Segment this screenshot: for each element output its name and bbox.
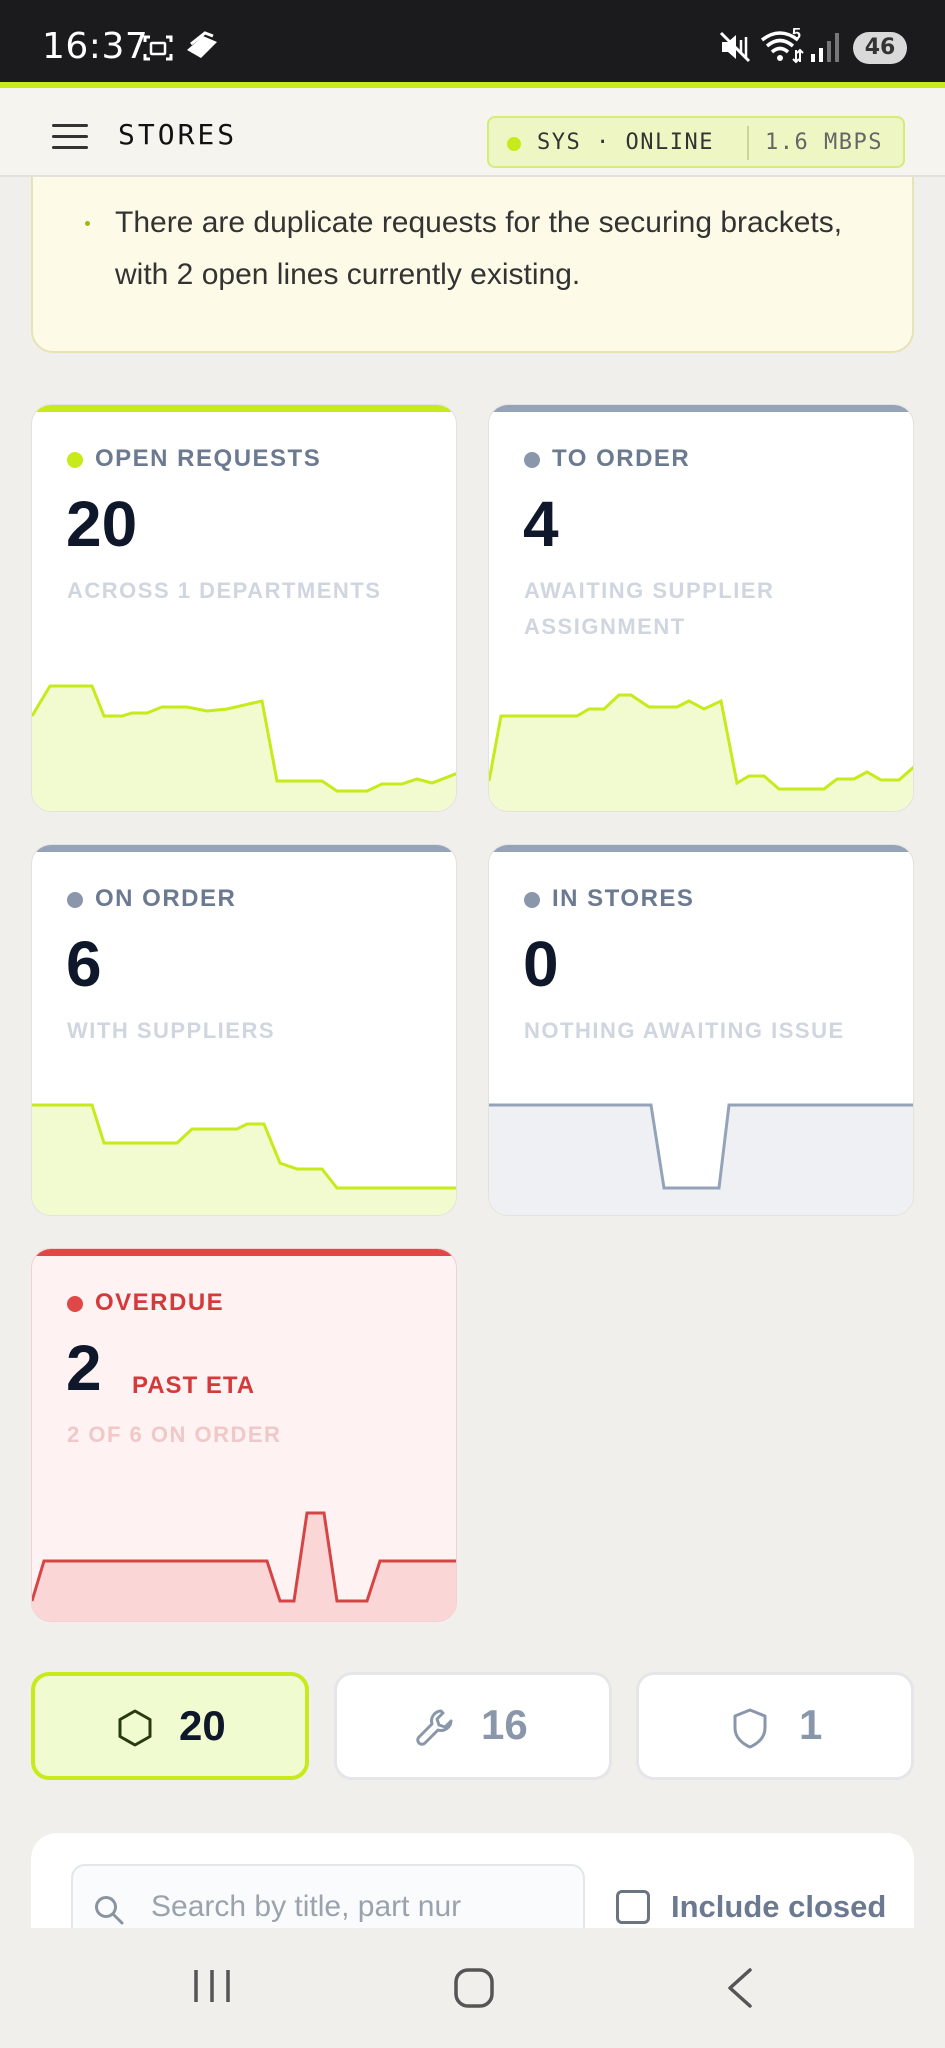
status-dot-icon — [524, 452, 540, 468]
card-accent-bar — [32, 845, 456, 852]
card-value: 0 — [523, 928, 559, 1000]
filter-tab-all[interactable]: 20 — [31, 1672, 309, 1780]
tab-count: 16 — [481, 1701, 528, 1748]
system-status-badge: SYS · ONLINE 1.6 MBPS — [487, 116, 905, 168]
sparkline-chart — [489, 1103, 913, 1215]
card-label: TO ORDER — [552, 445, 691, 472]
status-dot-icon — [67, 1296, 83, 1312]
include-closed-checkbox[interactable] — [616, 1890, 650, 1924]
tab-count: 1 — [799, 1701, 823, 1748]
bullet-icon — [85, 221, 90, 226]
card-subtext: 2 OF 6 ON ORDER — [67, 1422, 282, 1447]
card-subtext: NOTHING AWAITING ISSUE — [524, 1018, 845, 1043]
app-header: STORES SYS · ONLINE 1.6 MBPS — [0, 88, 945, 177]
hexagon-icon — [118, 1709, 152, 1747]
system-nav-bar — [0, 1928, 945, 2048]
stat-card-in-stores[interactable]: IN STORES 0 NOTHING AWAITING ISSUE — [488, 844, 914, 1216]
include-closed-label[interactable]: Include closed — [671, 1889, 886, 1925]
card-value: 20 — [66, 488, 138, 560]
back-icon[interactable] — [720, 1966, 760, 2010]
tab-count: 20 — [179, 1702, 226, 1749]
clock: 16:37 — [42, 26, 149, 67]
card-value: 4 — [523, 488, 559, 560]
card-label: ON ORDER — [95, 885, 237, 912]
page-title: STORES — [118, 118, 238, 151]
summary-note: There are duplicate requests for the sec… — [31, 177, 914, 353]
stat-card-open-requests[interactable]: OPEN REQUESTS 20 ACROSS 1 DEPARTMENTS — [31, 404, 457, 812]
stat-card-on-order[interactable]: ON ORDER 6 WITH SUPPLIERS — [31, 844, 457, 1216]
sparkline-chart — [32, 1103, 456, 1215]
online-dot-icon — [507, 137, 521, 151]
recent-apps-icon[interactable] — [190, 1966, 234, 2006]
filter-tab-safety[interactable]: 1 — [636, 1672, 914, 1780]
card-value-suffix: PAST ETA — [132, 1372, 256, 1399]
card-accent-bar — [32, 405, 456, 412]
system-status-text: SYS · ONLINE — [537, 130, 714, 155]
card-accent-bar — [489, 845, 913, 852]
card-label: OVERDUE — [95, 1289, 225, 1316]
card-value: 2 — [66, 1332, 102, 1404]
filter-tab-maintenance[interactable]: 16 — [334, 1672, 612, 1780]
sparkline-chart — [32, 684, 456, 811]
app-notification-icon — [187, 31, 217, 58]
card-subtext: WITH SUPPLIERS — [67, 1018, 276, 1043]
signal-icon — [811, 33, 839, 62]
status-bar: 16:37 5 46 — [0, 0, 945, 88]
status-dot-icon — [67, 892, 83, 908]
card-label: IN STORES — [552, 885, 695, 912]
note-text: There are duplicate requests for the sec… — [115, 206, 843, 291]
stat-card-overdue[interactable]: OVERDUE 2 PAST ETA 2 OF 6 ON ORDER — [31, 1248, 457, 1622]
search-input[interactable] — [151, 1884, 571, 1930]
card-accent-bar — [32, 1249, 456, 1256]
card-label: OPEN REQUESTS — [95, 445, 322, 472]
wrench-icon — [416, 1709, 453, 1746]
shield-icon — [733, 1708, 767, 1749]
sparkline-chart — [489, 693, 913, 811]
battery-indicator: 46 — [853, 32, 907, 64]
status-dot-icon — [67, 452, 83, 468]
status-dot-icon — [524, 892, 540, 908]
card-value: 6 — [66, 928, 102, 1000]
card-accent-bar — [489, 405, 913, 412]
data-rate-text: 1.6 MBPS — [765, 130, 883, 155]
network-type: 5 — [792, 26, 801, 43]
search-icon — [95, 1896, 124, 1925]
card-subtext: ACROSS 1 DEPARTMENTS — [67, 578, 382, 603]
menu-icon[interactable] — [52, 124, 88, 150]
stat-card-to-order[interactable]: TO ORDER 4 AWAITING SUPPLIER ASSIGNMENT — [488, 404, 914, 812]
card-subtext: AWAITING SUPPLIER ASSIGNMENT — [524, 578, 775, 639]
sparkline-chart — [32, 1511, 456, 1621]
home-icon[interactable] — [452, 1966, 496, 2010]
mute-icon — [719, 31, 751, 63]
divider — [747, 126, 749, 160]
screenshot-icon — [143, 35, 173, 61]
